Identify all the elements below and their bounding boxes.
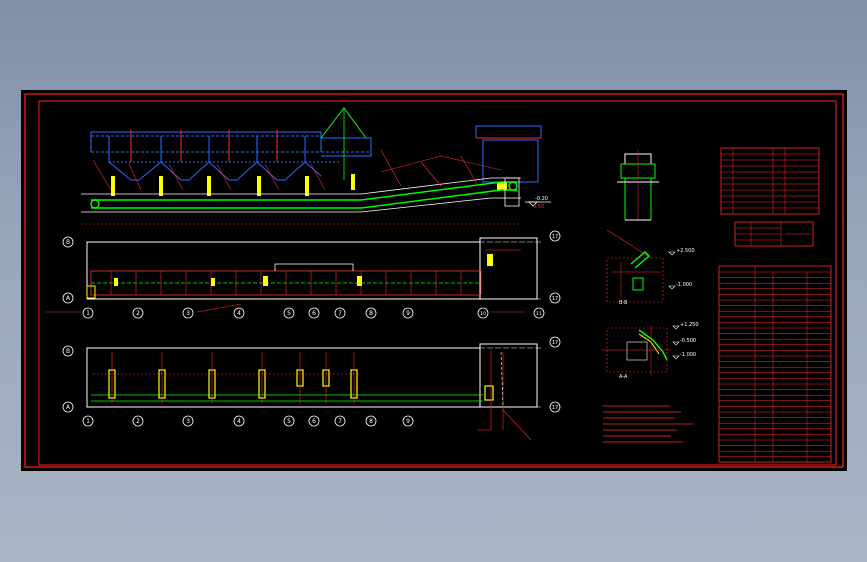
col-axis-label: 3 [186,418,190,425]
col-axis-label: 2 [136,310,140,317]
section-label: A-A [619,374,628,380]
elevation-view: -0.20 0.50 [81,107,551,225]
col-axis-label: 7 [338,418,342,425]
col-axis-label: 4 [237,310,241,317]
support-column-icon [111,174,507,196]
col-axis-label: 10 [480,311,486,317]
col-axis-label: 3 [186,310,190,317]
level-mark-label: +1.250 [680,322,699,328]
row-axis-label: B [66,239,70,246]
row-axis-label: 17 [552,234,558,240]
col-axis-label: 1 [86,418,90,425]
col-axis-label: 4 [237,418,241,425]
row-axis-label: B [66,348,70,355]
plan-view-upper: B A 17 17 1 2 3 4 5 6 7 8 9 10 11 [45,230,561,319]
row-axis-label: A [66,404,71,411]
col-axis-label: 5 [287,310,291,317]
level-mark-label: -1.000 [680,352,696,358]
level-mark-label: +2.500 [676,248,695,254]
row-axis-label: A [66,295,71,302]
col-axis-label: 8 [369,418,373,425]
plan-view-lower: B A 17 17 1 2 3 4 5 6 7 8 9 [62,336,561,441]
row-axis-label: 17 [552,340,558,346]
col-axis-label: 5 [287,418,291,425]
section-details: +2.500 -1.000 +1.250 -0.500 -1.000 B-B A… [601,150,699,443]
tripod [320,107,367,139]
conveyor-belt-icon [90,181,518,209]
level-marker-icon: -0.20 0.50 [525,196,551,210]
section-label: B-B [619,300,628,306]
level-mark-label: -1.000 [676,282,692,288]
col-axis-label: 1 [86,310,90,317]
col-axis-label: 6 [312,418,316,425]
outer-frame [24,93,844,468]
level-mark-label: -0.20 [535,196,548,202]
row-axis-label: 17 [552,405,558,411]
notes-block [603,405,693,443]
col-axis-label: 6 [312,310,316,317]
col-axis-label: 9 [406,418,410,425]
col-axis-label: 9 [406,310,410,317]
title-block-icon [718,265,832,463]
col-axis-label: 11 [536,311,542,317]
col-axis-label: 8 [369,310,373,317]
col-axis-label: 2 [136,418,140,425]
level-mark-label: -0.500 [680,338,696,344]
level-mark-label: 0.50 [533,204,544,210]
col-axis-label: 7 [338,310,342,317]
material-table-icon [720,147,820,247]
level-marker-icon: +2.500 -1.000 +1.250 -0.500 -1.000 [668,248,699,360]
drawing-sheet: -0.20 0.50 B A 17 17 1 2 3 4 5 6 7 8 9 1… [24,93,844,468]
row-axis-label: 17 [552,296,558,302]
cad-drawing-viewport[interactable]: -0.20 0.50 B A 17 17 1 2 3 4 5 6 7 8 9 1… [21,90,847,471]
axis-bubble-icon [82,415,414,427]
